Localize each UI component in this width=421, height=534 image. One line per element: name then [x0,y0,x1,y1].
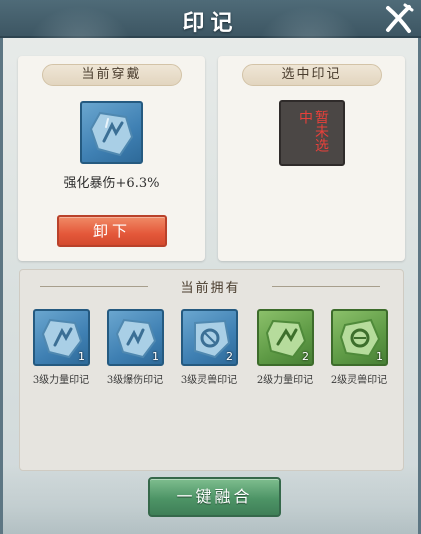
shield-rune-icon [89,111,134,157]
item-name: 3级灵兽印记 [180,375,238,386]
selected-panel: 选中印记 暂未选中 [218,56,405,261]
owned-panel [19,269,404,471]
owned-item-5[interactable]: 1 [331,309,388,366]
item-count: 1 [78,350,85,363]
selected-rune-slot[interactable]: 暂未选中 [279,100,345,166]
owned-item-4[interactable]: 2 [257,309,314,366]
owned-header: 当前拥有 [180,281,241,296]
title-bar: 印记 [0,0,421,38]
equipped-stat-text: 强化暴伤+6.3% [63,176,160,191]
owned-item-3[interactable]: 2 [181,309,238,366]
selected-header: 选中印记 [241,64,382,86]
unequip-button[interactable]: 卸下 [57,215,167,247]
empty-slot-text: 暂未选中 [297,110,329,152]
item-name: 2级力量印记 [256,375,314,386]
item-name: 3级力量印记 [32,375,90,386]
equipped-header: 当前穿戴 [41,64,182,86]
close-button[interactable] [381,2,415,36]
window-title: 印记 [182,10,239,36]
item-name: 3级爆伤印记 [106,375,164,386]
item-count: 2 [226,350,233,363]
owned-item-2[interactable]: 1 [107,309,164,366]
fuse-all-button[interactable]: 一键融合 [148,477,281,517]
owned-item-1[interactable]: 1 [33,309,90,366]
item-count: 1 [152,350,159,363]
item-count: 1 [376,350,383,363]
close-icon [386,3,414,33]
item-name: 2级灵兽印记 [330,375,388,386]
equipped-rune-slot[interactable] [80,101,143,164]
item-count: 2 [302,350,309,363]
